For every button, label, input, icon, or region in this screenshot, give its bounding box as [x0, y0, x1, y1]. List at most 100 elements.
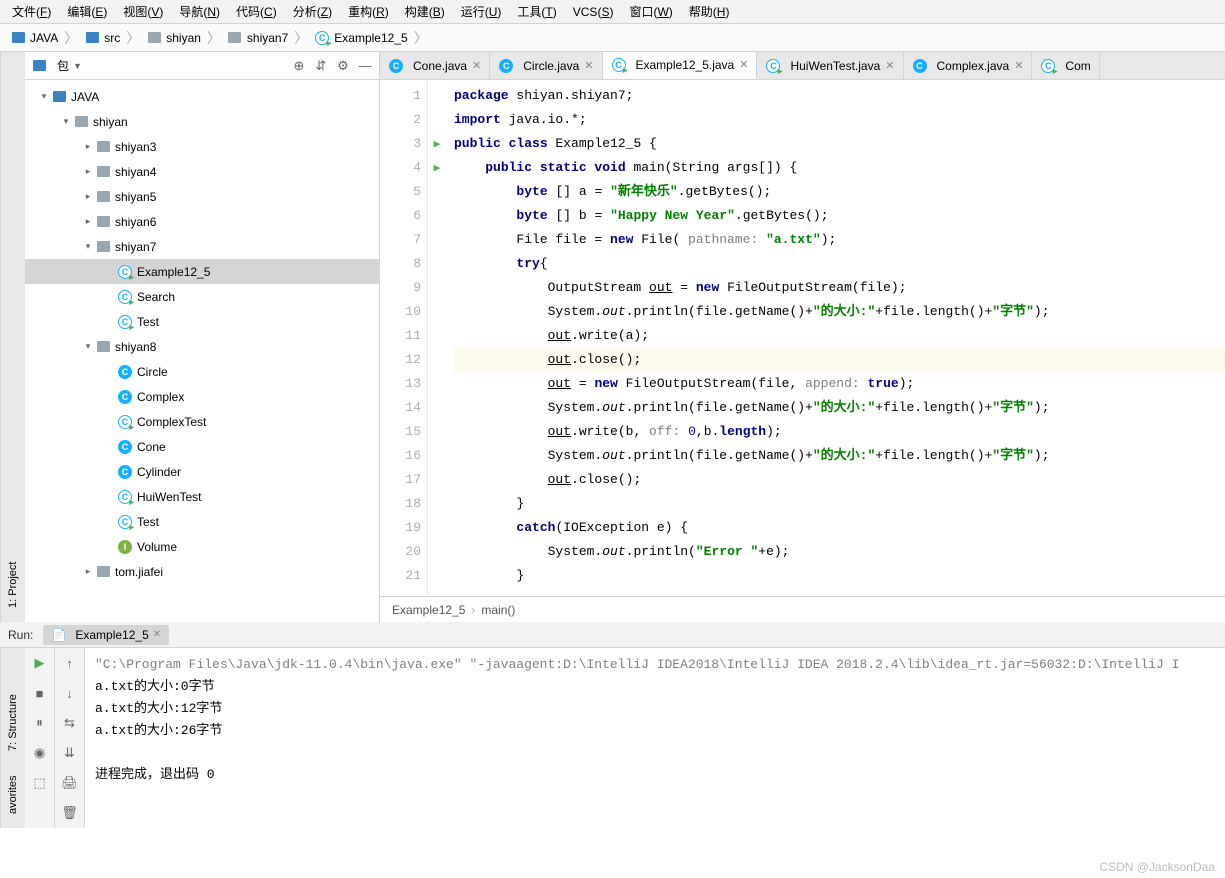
exit-icon[interactable]: ⬚ [31, 774, 49, 792]
breadcrumb-item[interactable]: JAVA [6, 30, 62, 46]
breadcrumb-item[interactable]: shiyan7 [223, 30, 292, 46]
run-tab[interactable]: 📄 Example12_5 ✕ [43, 625, 169, 645]
tree-item[interactable]: ▸shiyan3 [25, 134, 379, 159]
editor-body[interactable]: 123456789101112131415161718192021 ▶▶ pac… [380, 80, 1225, 596]
stop-icon[interactable]: ■ [31, 684, 49, 702]
close-icon[interactable]: ✕ [472, 59, 481, 72]
tree-arrow-icon[interactable]: ▾ [81, 341, 95, 352]
editor-tab[interactable]: CCircle.java✕ [490, 52, 602, 79]
tree-arrow-icon[interactable]: ▾ [37, 91, 51, 102]
tree-arrow-icon[interactable]: ▸ [81, 216, 95, 227]
tree-arrow-icon[interactable]: ▾ [59, 116, 73, 127]
tree-item[interactable]: CComplexTest [25, 409, 379, 434]
collapse-icon[interactable]: ⇵ [313, 58, 329, 74]
editor-tab[interactable]: CExample12_5.java✕ [603, 52, 758, 79]
run-gutter-icon[interactable]: ▶ [434, 161, 441, 175]
footer-method[interactable]: main() [481, 603, 515, 617]
tree-item[interactable]: ▸shiyan4 [25, 159, 379, 184]
menu-item[interactable]: 窗口(W) [621, 3, 680, 20]
footer-class[interactable]: Example12_5 [392, 603, 465, 617]
tree-item[interactable]: ▸ shiyan6 [25, 209, 379, 234]
tree-item[interactable]: ▾JAVA [25, 84, 379, 109]
menu-item[interactable]: 构建(B) [397, 3, 453, 20]
breadcrumb-item[interactable]: CExample12_5 [310, 30, 411, 46]
tree-item[interactable]: ▸shiyan5 [25, 184, 379, 209]
wrap-icon[interactable]: ⇆ [61, 714, 79, 732]
run-gutter-icon[interactable]: ▶ [434, 137, 441, 151]
tree-arrow-icon[interactable]: ▸ [81, 191, 95, 202]
console-output[interactable]: "C:\Program Files\Java\jdk-11.0.4\bin\ja… [85, 648, 1225, 828]
menu-item[interactable]: 代码(C) [228, 3, 285, 20]
watermark: CSDN @JacksonDaa [1099, 860, 1215, 874]
run-toolbar-2: ↑ ↓ ⇆ ⇊ 🖨 🗑 [55, 648, 85, 828]
editor-tab[interactable]: CComplex.java✕ [904, 52, 1033, 79]
menu-item[interactable]: 运行(U) [453, 3, 510, 20]
console-line: a.txt的大小:26字节 [95, 720, 1215, 742]
tree-item[interactable]: ▾shiyan8 [25, 334, 379, 359]
close-icon[interactable]: ✕ [584, 59, 593, 72]
console-line: a.txt的大小:0字节 [95, 676, 1215, 698]
menu-item[interactable]: 帮助(H) [681, 3, 738, 20]
menu-item[interactable]: 导航(N) [171, 3, 228, 20]
tree-arrow-icon[interactable]: ▸ [81, 141, 95, 152]
scroll-icon[interactable]: ⇊ [61, 744, 79, 762]
folder-icon [227, 30, 243, 46]
print-icon[interactable]: 🖨 [61, 774, 79, 792]
sidebar-label-project[interactable]: 1: Project [5, 556, 21, 614]
down-icon[interactable]: ↓ [61, 684, 79, 702]
menu-item[interactable]: 视图(V) [115, 3, 171, 20]
sidebar-label-structure[interactable]: 7: Structure [5, 689, 21, 758]
menu-item[interactable]: VCS(S) [565, 5, 622, 19]
scroll-to-icon[interactable]: ⊕ [291, 58, 307, 74]
code-area[interactable]: package shiyan.shiyan7;import java.io.*;… [446, 80, 1225, 596]
tree-item[interactable]: IVolume [25, 534, 379, 559]
folder-blue-icon [51, 89, 67, 105]
tree-item[interactable]: CCylinder [25, 459, 379, 484]
editor-tab[interactable]: CCone.java✕ [380, 52, 490, 79]
trash-icon[interactable]: 🗑 [61, 804, 79, 822]
breadcrumb-item[interactable]: shiyan [142, 30, 205, 46]
tree-item[interactable]: ▾shiyan7 [25, 234, 379, 259]
project-title[interactable]: 包 ▼ [57, 57, 82, 74]
tree-arrow-icon[interactable]: ▸ [81, 566, 95, 577]
camera-icon[interactable]: ◉ [31, 744, 49, 762]
tree-label: shiyan6 [115, 215, 156, 229]
menu-item[interactable]: 重构(R) [340, 3, 397, 20]
tree-item[interactable]: ▾shiyan [25, 109, 379, 134]
close-icon[interactable]: ✕ [1014, 59, 1023, 72]
menu-item[interactable]: 工具(T) [509, 3, 564, 20]
tree-arrow-icon[interactable]: ▾ [81, 241, 95, 252]
tree-item[interactable]: C Example12_5 [25, 259, 379, 284]
rerun-icon[interactable]: ▶ [31, 654, 49, 672]
sidebar-label-favorites[interactable]: avorites [5, 769, 21, 820]
editor-tab[interactable]: CCom [1032, 52, 1099, 79]
breadcrumb-item[interactable]: src [80, 30, 124, 46]
up-icon[interactable]: ↑ [61, 654, 79, 672]
tree-item[interactable]: CTest [25, 509, 379, 534]
menu-item[interactable]: 编辑(E) [59, 3, 115, 20]
editor-tabs: CCone.java✕CCircle.java✕CExample12_5.jav… [380, 52, 1225, 80]
left-bottom-sidebar: avorites 7: Structure [0, 648, 25, 828]
tree-item[interactable]: CCone [25, 434, 379, 459]
close-icon[interactable]: ✕ [739, 58, 748, 71]
class-icon: C [117, 439, 133, 455]
tree-item[interactable]: CComplex [25, 384, 379, 409]
tree-item[interactable]: ▸tom.jiafei [25, 559, 379, 584]
chevron-icon: 〉 [412, 28, 430, 48]
tree-item[interactable]: CHuiWenTest [25, 484, 379, 509]
tree-label: Example12_5 [137, 265, 210, 279]
tree-label: ComplexTest [137, 415, 206, 429]
settings-icon[interactable]: ⚙ [335, 58, 351, 74]
class-main-icon: C [117, 264, 133, 280]
tree-item[interactable]: CTest [25, 309, 379, 334]
tree-item[interactable]: CCircle [25, 359, 379, 384]
tree-arrow-icon[interactable]: ▸ [81, 166, 95, 177]
menu-item[interactable]: 分析(Z) [285, 3, 340, 20]
tree-item[interactable]: CSearch [25, 284, 379, 309]
pause-icon[interactable]: ⏸ [31, 714, 49, 732]
hide-icon[interactable]: — [357, 58, 373, 74]
editor-tab[interactable]: CHuiWenTest.java✕ [757, 52, 903, 79]
menu-item[interactable]: 文件(F) [4, 3, 59, 20]
close-icon[interactable]: ✕ [885, 59, 894, 72]
close-icon[interactable]: ✕ [153, 629, 161, 640]
